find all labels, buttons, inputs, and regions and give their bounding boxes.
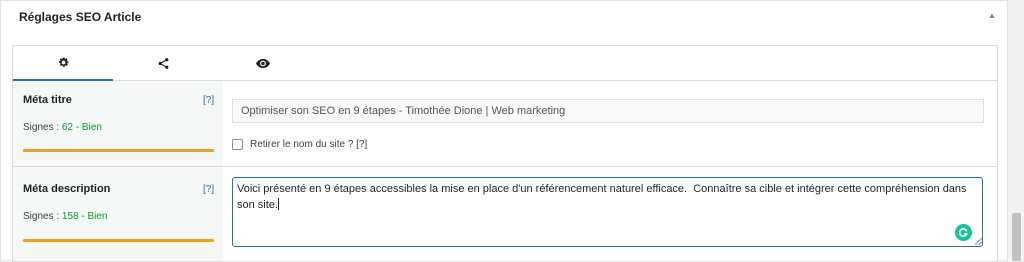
tab-social[interactable] xyxy=(113,46,213,81)
eye-icon xyxy=(256,58,270,69)
remove-site-name-checkbox[interactable] xyxy=(232,138,243,150)
meta-description-signs: Signes : 158 - Bien xyxy=(23,211,108,222)
tab-general[interactable] xyxy=(13,46,113,81)
seo-box: Méta titre [?] Signes : 62 - Bien Méta d… xyxy=(12,45,998,262)
text-caret xyxy=(277,198,279,210)
meta-title-row: Méta titre [?] Signes : 62 - Bien xyxy=(13,81,997,166)
grammarly-g-icon xyxy=(958,228,968,237)
meta-description-help-link[interactable]: [?] xyxy=(203,184,214,195)
meta-description-text: Voici présenté en 9 étapes accessibles l… xyxy=(237,183,970,211)
meta-description-label-col: Méta description [?] Signes : 158 - Bien xyxy=(13,167,223,261)
panel-header[interactable]: Réglages SEO Article ▲ xyxy=(1,1,1007,34)
meta-title-label: Méta titre xyxy=(23,94,72,106)
signs-prefix: Signes : xyxy=(23,211,62,222)
meta-title-label-col: Méta titre [?] Signes : 62 - Bien xyxy=(13,81,223,166)
scrollbar-thumb[interactable] xyxy=(1012,213,1021,261)
meta-description-label: Méta description xyxy=(23,183,111,195)
grammarly-icon[interactable] xyxy=(955,224,972,241)
meta-description-length-bar xyxy=(23,239,214,242)
meta-title-input[interactable]: Optimiser son SEO en 9 étapes - Timothée… xyxy=(232,99,984,123)
tab-bar xyxy=(13,46,997,81)
meta-title-signs: Signes : 62 - Bien xyxy=(23,122,102,133)
resize-handle-icon[interactable] xyxy=(975,238,982,245)
meta-title-length-bar xyxy=(23,149,214,152)
meta-description-textarea[interactable]: Voici présenté en 9 étapes accessibles l… xyxy=(232,177,983,247)
signs-value: 158 - Bien xyxy=(61,211,108,222)
share-icon xyxy=(158,58,168,69)
remove-site-name-option[interactable]: Retirer le nom du site ? [?] xyxy=(232,137,367,151)
tab-preview[interactable] xyxy=(213,46,313,81)
collapse-toggle-icon[interactable]: ▲ xyxy=(988,11,996,20)
remove-site-name-label[interactable]: Retirer le nom du site ? [?] xyxy=(250,139,367,150)
signs-value: 62 - Bien xyxy=(61,122,102,133)
panel-title: Réglages SEO Article xyxy=(19,10,142,24)
meta-title-help-link[interactable]: [?] xyxy=(203,95,214,106)
signs-prefix: Signes : xyxy=(23,122,62,133)
seo-settings-panel: Réglages SEO Article ▲ Méta titre [?] Si… xyxy=(0,0,1008,262)
gear-icon xyxy=(58,57,69,67)
